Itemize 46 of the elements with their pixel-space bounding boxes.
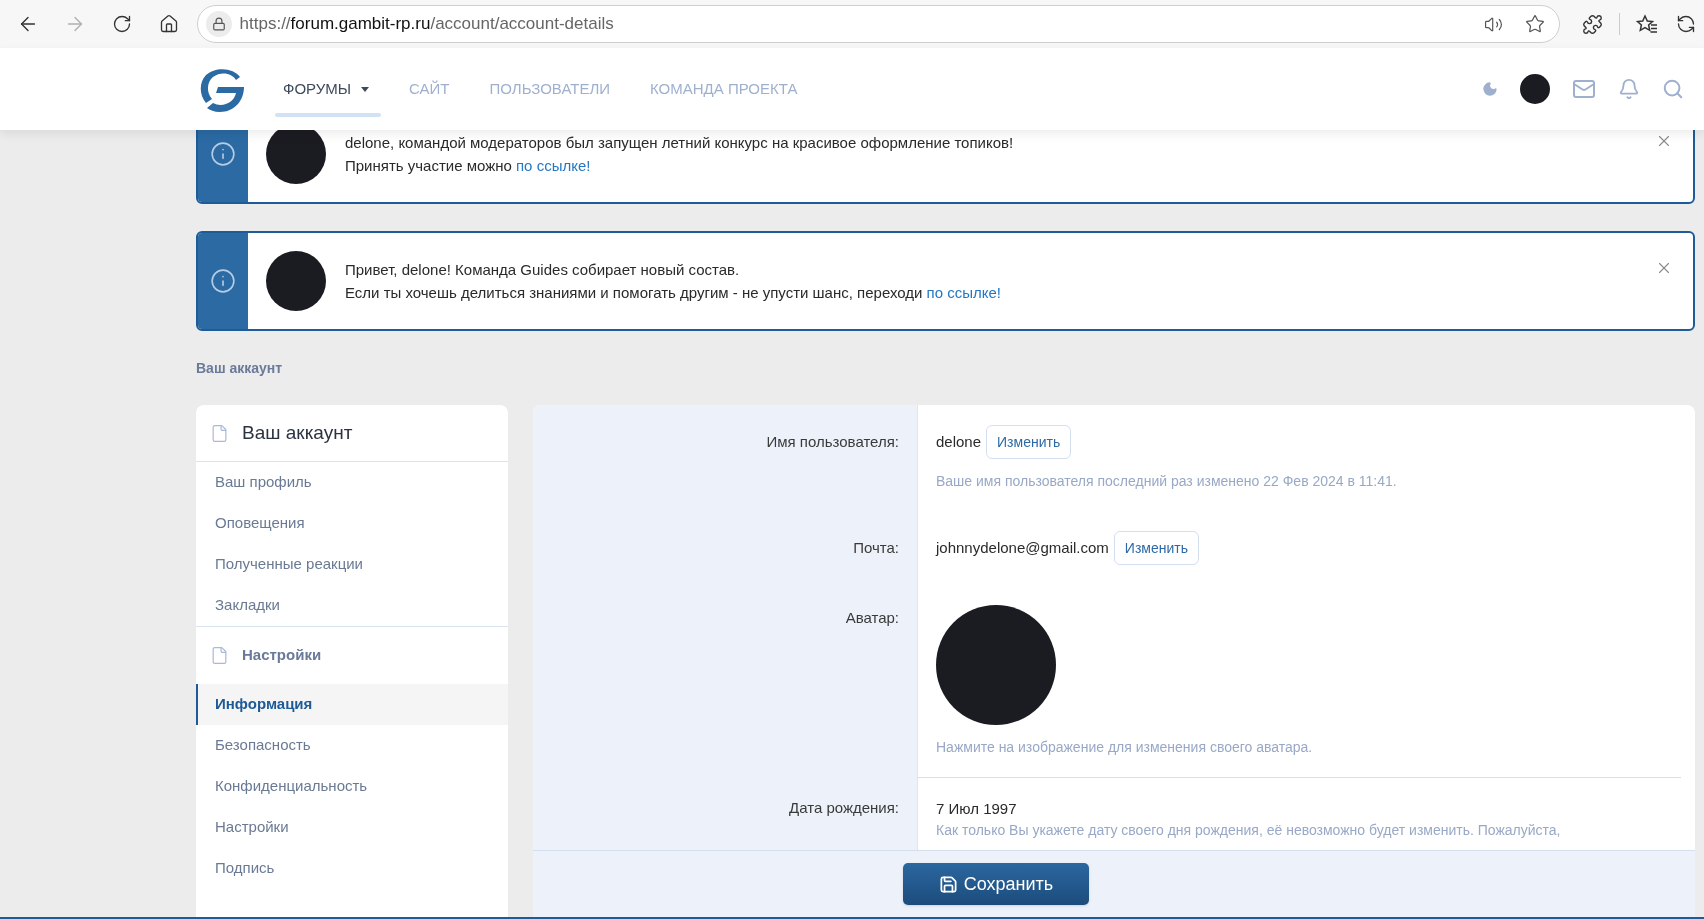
favorites-icon[interactable]: [1636, 14, 1658, 34]
sidebar-heading: Настройки: [242, 645, 322, 666]
document-icon: [210, 423, 229, 443]
field-label: Аватар:: [844, 608, 899, 628]
avatar-photo: [266, 251, 326, 311]
sidebar-item[interactable]: Информация: [196, 684, 508, 725]
field-label: Имя пользователя:: [765, 431, 899, 452]
field-value: 7 Июл 1997: [936, 799, 1018, 819]
notice-link[interactable]: по ссылке!: [516, 157, 591, 174]
address-bar[interactable]: https://forum.gambit-rp.ru/account/account-details: [196, 5, 1561, 43]
field-label: Дата рождения:: [788, 798, 899, 818]
sidebar-item[interactable]: Безопасность: [196, 725, 508, 766]
sidebar-item[interactable]: Закладки: [196, 585, 508, 626]
notice-message: Привет, delone! Команда Guides собирает новый состав. Если ты хочешь делиться знаниями и помогать другим - не упусти шанс, переходи по ссылке!: [345, 260, 1001, 303]
change-button[interactable]: Изменить: [986, 425, 1072, 459]
puzzle-icon[interactable]: [1582, 13, 1604, 35]
sidebar-item[interactable]: Оповещения: [196, 503, 508, 544]
document-icon: [210, 646, 229, 665]
notice-link[interactable]: по ссылке!: [926, 284, 1001, 301]
field-hint: Нажмите на изображение для изменения своего аватара.: [936, 738, 1314, 757]
lock-icon[interactable]: [205, 11, 232, 37]
notice-message: delone, командой модераторов был запущен летний конкурс на красивое оформление топиков! Принять участие можно по ссылке!: [345, 133, 1014, 176]
home-icon[interactable]: [159, 14, 179, 34]
info-icon: [210, 268, 236, 294]
url-text[interactable]: https://forum.gambit-rp.ru/account/account-details: [239, 11, 614, 37]
save-button[interactable]: Сохранить: [903, 863, 1089, 905]
star-icon[interactable]: [1525, 14, 1546, 34]
field-value: johnnydelone@gmail.com: [936, 537, 1109, 558]
field-value: delone: [936, 431, 982, 452]
info-icon: [210, 141, 236, 167]
sidebar-item[interactable]: Конфиденциальность: [196, 766, 508, 807]
sidebar-item[interactable]: Ваш профиль: [196, 462, 508, 503]
field-hint: Ваше имя пользователя последний раз изменено 22 Фев 2024 в 11:41.: [936, 472, 1398, 491]
reload-icon[interactable]: [111, 14, 132, 34]
history-icon[interactable]: [1676, 14, 1696, 34]
change-button[interactable]: Изменить: [1113, 531, 1199, 565]
sidebar-heading: Ваш аккаунт: [242, 420, 353, 445]
sidebar-item[interactable]: Полученные реакции: [196, 544, 508, 585]
avatar-photo: [266, 130, 326, 184]
sidebar-item[interactable]: Настройки: [196, 807, 508, 848]
field-label: Почта:: [852, 537, 899, 558]
user-avatar[interactable]: [1520, 74, 1550, 104]
nav-tab[interactable]: ФОРУМЫ: [263, 48, 390, 130]
sidebar-item[interactable]: Подпись: [196, 848, 508, 889]
field-hint: Как только Вы укажете дату своего дня рождения, её невозможно будет изменить. Пожалуйста,: [936, 821, 1562, 840]
breadcrumb[interactable]: Ваш аккаунт: [196, 357, 283, 379]
